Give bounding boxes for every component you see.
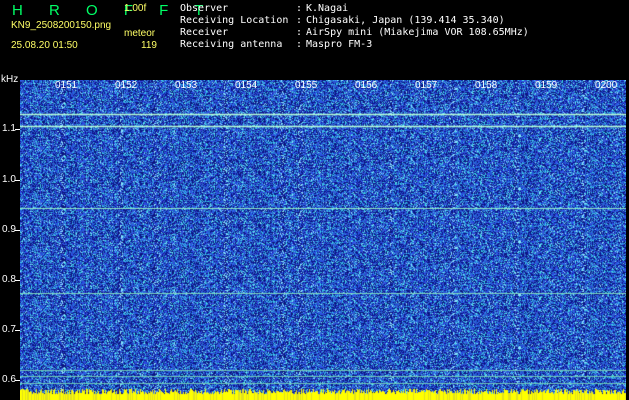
file-name: KN9_2508200150.png bbox=[11, 20, 112, 31]
observer-colon: : bbox=[296, 3, 303, 14]
detection-count: 119 bbox=[141, 40, 157, 51]
time-label-0151: 0151 bbox=[55, 80, 78, 91]
y-tick-0-8: 0.8 bbox=[2, 274, 16, 285]
time-label-0157: 0157 bbox=[415, 80, 438, 91]
y-axis-unit: kHz bbox=[1, 74, 19, 85]
receiver-colon: : bbox=[296, 27, 303, 38]
time-label-0155: 0155 bbox=[295, 80, 318, 91]
y-tick-mark bbox=[15, 280, 20, 281]
location-label: Receiving Location bbox=[180, 15, 289, 26]
time-label-0154: 0154 bbox=[235, 80, 258, 91]
y-tick-0-7: 0.7 bbox=[2, 324, 16, 335]
time-label-0158: 0158 bbox=[475, 80, 498, 91]
detection-mode: meteor bbox=[124, 28, 156, 39]
time-label-0156: 0156 bbox=[355, 80, 378, 91]
antenna-colon: : bbox=[296, 39, 303, 50]
y-tick-1-1: 1.1 bbox=[2, 123, 16, 134]
y-tick-mark bbox=[15, 330, 20, 331]
spectrogram-waterfall bbox=[20, 80, 626, 400]
hroff-display: H R O F F T 1.00f KN9_2508200150.png met… bbox=[0, 0, 629, 400]
antenna-value: Maspro FM-3 bbox=[306, 39, 373, 50]
time-label-0152: 0152 bbox=[115, 80, 138, 91]
time-label-0159: 0159 bbox=[535, 80, 558, 91]
y-tick-mark bbox=[15, 129, 20, 130]
y-tick-0-9: 0.9 bbox=[2, 224, 16, 235]
location-colon: : bbox=[296, 15, 303, 26]
time-label-0153: 0153 bbox=[175, 80, 198, 91]
location-value: Chigasaki, Japan (139.414 35.340) bbox=[306, 15, 505, 26]
observer-label: Observer bbox=[180, 3, 229, 14]
app-version: 1.00f bbox=[124, 3, 147, 14]
capture-datetime: 25.08.20 01:50 bbox=[11, 40, 78, 51]
time-label-0200: 0200 bbox=[595, 80, 618, 91]
y-tick-0-6: 0.6 bbox=[2, 374, 16, 385]
receiver-value: AirSpy mini (Miakejima VOR 108.65MHz) bbox=[306, 27, 529, 38]
y-tick-mark bbox=[15, 380, 20, 381]
y-tick-mark bbox=[15, 230, 20, 231]
receiver-label: Receiver bbox=[180, 27, 229, 38]
observer-value: K.Nagai bbox=[306, 3, 349, 14]
y-tick-mark bbox=[15, 180, 20, 181]
y-tick-1-0: 1.0 bbox=[2, 174, 16, 185]
antenna-label: Receiving antenna bbox=[180, 39, 283, 50]
